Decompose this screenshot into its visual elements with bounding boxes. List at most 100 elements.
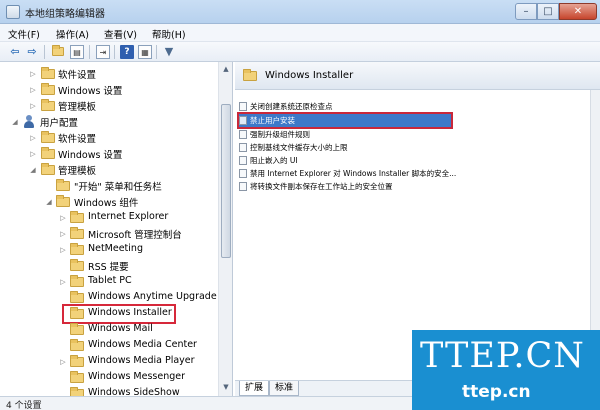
policy-label: 关闭创建系统还原检查点	[250, 102, 333, 111]
forward-icon[interactable]: ⇨	[25, 45, 39, 59]
menu-bar: 文件(F) 操作(A) 查看(V) 帮助(H)	[0, 24, 600, 42]
policy-item-selected[interactable]: 禁止用户安装	[237, 112, 453, 129]
tree-item-label: RSS 提要	[88, 262, 129, 273]
filter-icon[interactable]: ▼	[162, 45, 176, 59]
tree-item[interactable]: ▷ Microsoft 管理控制台	[8, 226, 220, 242]
tree-item[interactable]: Windows Messenger	[8, 370, 220, 386]
folder-icon	[56, 195, 70, 207]
tree-item-label: Windows Media Player	[88, 355, 195, 366]
expand-arrow-icon[interactable]: ▷	[58, 228, 68, 240]
tree-item[interactable]: ◢ 管理模板	[8, 162, 220, 178]
tab-standard[interactable]: 标准	[269, 381, 300, 396]
maximize-button[interactable]: □	[537, 3, 559, 20]
tree-item[interactable]: ▷ Windows 设置	[8, 82, 220, 98]
folder-icon	[70, 259, 84, 271]
expand-arrow-icon[interactable]: ▷	[28, 100, 38, 112]
tree-item[interactable]: ▷ 软件设置	[8, 66, 220, 82]
folder-icon	[41, 163, 55, 175]
folder-icon	[70, 291, 84, 303]
policy-item[interactable]: 控制基线文件缓存大小的上限	[239, 141, 454, 154]
up-folder-icon[interactable]	[52, 45, 66, 59]
close-button[interactable]: ✕	[559, 3, 597, 20]
policy-item[interactable]: 将转换文件副本保存在工作站上的安全位置	[239, 180, 454, 193]
folder-icon	[41, 147, 55, 159]
detail-title: Windows Installer	[265, 70, 354, 81]
policy-item[interactable]: 阻止嵌入的 UI	[239, 154, 454, 167]
export-icon[interactable]: ⇥	[96, 45, 110, 59]
policy-label: 阻止嵌入的 UI	[250, 156, 298, 165]
policy-setting-icon	[239, 169, 247, 178]
tree-item[interactable]: ▷ Internet Explorer	[8, 210, 220, 226]
properties-icon[interactable]: ▦	[138, 45, 152, 59]
folder-icon	[41, 83, 55, 95]
expand-arrow-icon[interactable]: ▷	[28, 148, 38, 160]
tree-item-label: Tablet PC	[88, 275, 132, 286]
collapse-arrow-icon[interactable]: ◢	[10, 116, 20, 128]
tree-item[interactable]: ▷ Tablet PC	[8, 274, 220, 290]
tree-item[interactable]: ▷ Windows Media Player	[8, 354, 220, 370]
user-icon	[22, 115, 36, 129]
tree-scrollbar[interactable]: ▲ ▼	[218, 62, 232, 396]
collapse-arrow-icon[interactable]: ◢	[28, 164, 38, 176]
tree-item[interactable]: RSS 提要	[8, 258, 220, 274]
expand-arrow-icon[interactable]: ▷	[58, 212, 68, 224]
menu-file[interactable]: 文件(F)	[8, 27, 40, 41]
minimize-button[interactable]: –	[515, 3, 537, 20]
title-bar: 本地组策略编辑器 – □ ✕	[0, 0, 600, 24]
folder-icon	[70, 227, 84, 239]
expand-arrow-icon[interactable]: ▷	[28, 68, 38, 80]
status-text: 4 个设置	[6, 401, 42, 410]
policy-label: 强制升级组件规则	[250, 130, 310, 139]
window-title: 本地组策略编辑器	[25, 9, 105, 20]
tree-item[interactable]: ◢ Windows 组件	[8, 194, 220, 210]
expand-arrow-icon[interactable]: ▷	[58, 276, 68, 288]
scroll-thumb[interactable]	[221, 104, 231, 258]
policy-setting-icon	[239, 143, 247, 152]
scroll-down-icon[interactable]: ▼	[221, 382, 231, 392]
menu-help[interactable]: 帮助(H)	[152, 27, 186, 41]
tree-item[interactable]: Windows Anytime Upgrade	[8, 290, 220, 306]
tree-item[interactable]: ▷ Windows 设置	[8, 146, 220, 162]
scroll-up-icon[interactable]: ▲	[221, 64, 231, 74]
tree-item[interactable]: ▷ 软件设置	[8, 130, 220, 146]
tree-item-user-config[interactable]: ◢ 用户配置	[8, 114, 220, 130]
tree-item[interactable]: Windows Mail	[8, 322, 220, 338]
expand-arrow-icon[interactable]: ▷	[28, 132, 38, 144]
tree-item[interactable]: Windows SideShow	[8, 386, 220, 396]
tree-item[interactable]: Windows Media Center	[8, 338, 220, 354]
tree-item-label: 用户配置	[40, 118, 79, 129]
policy-item[interactable]: 关闭创建系统还原检查点	[239, 100, 454, 113]
expand-arrow-icon[interactable]: ▷	[58, 356, 68, 368]
tree-item[interactable]: ▷ NetMeeting	[8, 242, 220, 258]
tree-item-label: Windows 组件	[74, 198, 139, 209]
expand-arrow-icon[interactable]: ▷	[58, 244, 68, 256]
app-icon	[6, 5, 20, 19]
watermark-url: ttep.cn	[462, 382, 531, 402]
policy-setting-icon	[239, 182, 247, 191]
folder-icon	[70, 243, 84, 255]
show-tree-icon[interactable]: ▤	[70, 45, 84, 59]
help-icon[interactable]: ?	[120, 45, 134, 59]
folder-icon	[70, 307, 84, 319]
tab-extended[interactable]: 扩展	[239, 381, 270, 396]
expand-arrow-icon[interactable]: ▷	[28, 84, 38, 96]
tree-item-label: Windows 设置	[58, 86, 123, 97]
policy-setting-icon	[239, 130, 247, 139]
folder-icon	[70, 387, 84, 396]
collapse-arrow-icon[interactable]: ◢	[44, 196, 54, 208]
menu-view[interactable]: 查看(V)	[104, 27, 137, 41]
policy-label: 禁用 Internet Explorer 对 Windows Installer…	[250, 169, 457, 178]
back-icon[interactable]: ⇦	[8, 45, 22, 59]
tree-item-windows-installer[interactable]: Windows Installer	[62, 304, 176, 324]
tree-item[interactable]: "开始" 菜单和任务栏	[8, 178, 220, 194]
folder-icon	[243, 69, 257, 81]
folder-icon	[41, 131, 55, 143]
folder-icon	[70, 355, 84, 367]
watermark-text: TTEP.CN	[420, 336, 585, 376]
policy-item[interactable]: 强制升级组件规则	[239, 128, 454, 141]
tree-item[interactable]: ▷ 管理模板	[8, 98, 220, 114]
folder-icon	[41, 99, 55, 111]
tree-item-label: Windows Mail	[88, 323, 153, 334]
policy-item[interactable]: 禁用 Internet Explorer 对 Windows Installer…	[239, 167, 457, 180]
menu-action[interactable]: 操作(A)	[56, 27, 89, 41]
